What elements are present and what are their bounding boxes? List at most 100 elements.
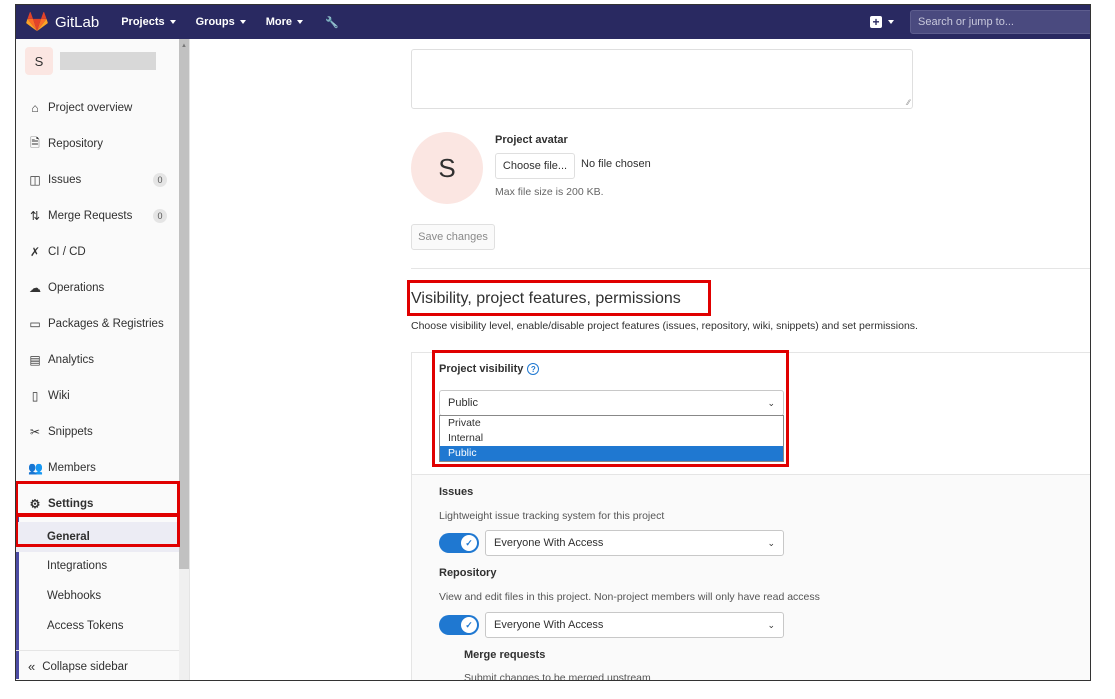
brand-name: GitLab [55, 13, 100, 31]
section-divider [411, 268, 1090, 269]
check-icon: ✓ [461, 535, 477, 551]
sidebar-item-merge-requests[interactable]: ⇅ Merge Requests 0 [16, 198, 179, 234]
repository-toggle[interactable]: ✓ [439, 615, 479, 635]
sidebar-item-project-overview[interactable]: ⌂ Project overview [16, 90, 179, 126]
repository-access-value: Everyone With Access [494, 619, 604, 631]
sidebar-item-label: Project overview [48, 102, 133, 114]
visibility-selected-value: Public [448, 397, 478, 409]
sidebar-item-ci-cd[interactable]: ✗ CI / CD [16, 234, 179, 270]
issues-toggle[interactable]: ✓ [439, 533, 479, 553]
repository-access-select[interactable]: Everyone With Access ⌄ [485, 612, 784, 638]
visibility-settings-panel: Project visibility ? Public ⌄ Private In… [411, 352, 1090, 681]
admin-wrench-icon[interactable]: 🔧 [325, 16, 339, 29]
issues-feature-description: Lightweight issue tracking system for th… [439, 510, 665, 522]
home-icon: ⌂ [31, 101, 39, 115]
main-menu: Projects Groups More 🔧 [121, 16, 359, 29]
issues-count-badge: 0 [153, 173, 167, 187]
chevron-down-icon [239, 20, 246, 24]
sidebar-item-repository[interactable]: 🗎 Repository [16, 126, 179, 162]
scroll-up-arrow-icon[interactable]: ▲ [181, 43, 187, 49]
plus-square-icon: + [870, 16, 882, 28]
sidebar-project-header[interactable]: S [16, 39, 189, 83]
new-dropdown-button[interactable]: + [870, 16, 894, 28]
issues-access-value: Everyone With Access [494, 537, 604, 549]
project-avatar: S [25, 47, 53, 75]
visibility-section-title: Visibility, project features, permission… [411, 290, 681, 307]
visibility-dropdown-list: Private Internal Public [439, 415, 784, 462]
collapse-label: Collapse sidebar [42, 660, 128, 673]
collapse-sidebar-button[interactable]: « Collapse sidebar [16, 650, 189, 680]
project-avatar-preview: S [411, 132, 483, 204]
search-input[interactable]: Search or jump to... [910, 10, 1090, 34]
mr-count-badge: 0 [153, 209, 167, 223]
sidebar-item-members[interactable]: 👥 Members [16, 450, 179, 486]
sidebar-subitem-webhooks[interactable]: Webhooks [16, 581, 179, 611]
sidebar-item-label: Packages & Registries [48, 318, 164, 330]
issues-icon: ◫ [29, 173, 41, 187]
chart-icon: ▤ [29, 353, 41, 367]
sidebar-item-packages[interactable]: ▭ Packages & Registries [16, 306, 179, 342]
project-visibility-label: Project visibility ? [439, 363, 540, 375]
chevron-down-icon [888, 20, 894, 24]
sidebar-item-snippets[interactable]: ✂ Snippets [16, 414, 179, 450]
sidebar-item-label: Issues [48, 174, 82, 186]
chevron-down-icon [169, 20, 176, 24]
projects-menu[interactable]: Projects [121, 16, 176, 29]
more-menu[interactable]: More [265, 16, 304, 29]
chevron-down-icon: ⌄ [767, 538, 775, 548]
sidebar-item-analytics[interactable]: ▤ Analytics [16, 342, 179, 378]
sidebar-item-wiki[interactable]: ▯ Wiki [16, 378, 179, 414]
choose-file-button[interactable]: Choose file... [495, 153, 575, 179]
project-description-textarea[interactable]: ∕∕ [411, 49, 913, 109]
main-content: ∕∕ S Project avatar Choose file... No fi… [190, 39, 1090, 680]
sidebar-item-operations[interactable]: ☁ Operations [16, 270, 179, 306]
save-changes-button[interactable]: Save changes [411, 224, 495, 250]
merge-request-icon: ⇅ [29, 209, 41, 223]
sidebar-item-settings[interactable]: ⚙ Settings [16, 486, 179, 522]
sidebar-item-issues[interactable]: ◫ Issues 0 [16, 162, 179, 198]
project-sidebar: S ⌂ Project overview 🗎 Repository ◫ Issues 0… [16, 39, 190, 680]
sidebar-item-label: CI / CD [48, 246, 86, 258]
resize-handle-icon[interactable]: ∕∕ [907, 98, 910, 107]
repository-feature-label: Repository [439, 567, 497, 579]
chevron-down-icon [297, 20, 304, 24]
sidebar-item-label: Snippets [48, 426, 93, 438]
chevron-down-icon: ⌄ [767, 620, 775, 630]
sidebar-subitem-access-tokens[interactable]: Access Tokens [16, 611, 179, 641]
nav-right: + Search or jump to... [870, 10, 1090, 34]
users-icon: 👥 [28, 461, 43, 475]
max-file-size-help: Max file size is 200 KB. [495, 186, 604, 198]
project-visibility-select[interactable]: Public ⌄ [439, 390, 784, 416]
no-file-chosen-text: No file chosen [581, 158, 651, 170]
visibility-option-private[interactable]: Private [440, 416, 783, 431]
project-visibility-text: Project visibility [439, 363, 524, 375]
merge-requests-feature-label: Merge requests [464, 649, 546, 661]
repository-feature-description: View and edit files in this project. Non… [439, 591, 820, 603]
groups-menu[interactable]: Groups [196, 16, 246, 29]
issues-access-select[interactable]: Everyone With Access ⌄ [485, 530, 784, 556]
sidebar-item-label: Merge Requests [48, 210, 133, 222]
more-menu-label: More [265, 16, 293, 28]
visibility-option-public[interactable]: Public [440, 446, 783, 461]
sidebar-item-label: Wiki [48, 390, 70, 402]
sidebar-item-label: Members [48, 462, 96, 474]
tanuki-icon [26, 12, 48, 32]
gear-icon: ⚙ [29, 497, 41, 511]
sidebar-item-label: Operations [48, 282, 105, 294]
visibility-option-internal[interactable]: Internal [440, 431, 783, 446]
merge-requests-feature-description: Submit changes to be merged upstream [464, 672, 651, 681]
sidebar-scrollbar-thumb[interactable] [179, 39, 189, 569]
sidebar-item-label: Analytics [48, 354, 95, 366]
top-navbar: GitLab Projects Groups More 🔧 + Search o… [16, 5, 1090, 39]
book-icon: ▯ [31, 389, 39, 403]
gitlab-logo[interactable]: GitLab [26, 12, 99, 32]
sidebar-subitem-integrations[interactable]: Integrations [16, 551, 179, 581]
scissors-icon: ✂ [29, 425, 41, 439]
project-avatar-label: Project avatar [495, 134, 568, 146]
package-icon: ▭ [29, 317, 41, 331]
question-circle-icon[interactable]: ? [527, 363, 540, 375]
double-chevron-left-icon: « [28, 659, 36, 674]
check-icon: ✓ [461, 617, 477, 633]
chevron-down-icon: ⌄ [767, 398, 775, 408]
sidebar-subitem-general[interactable]: General [16, 522, 179, 552]
